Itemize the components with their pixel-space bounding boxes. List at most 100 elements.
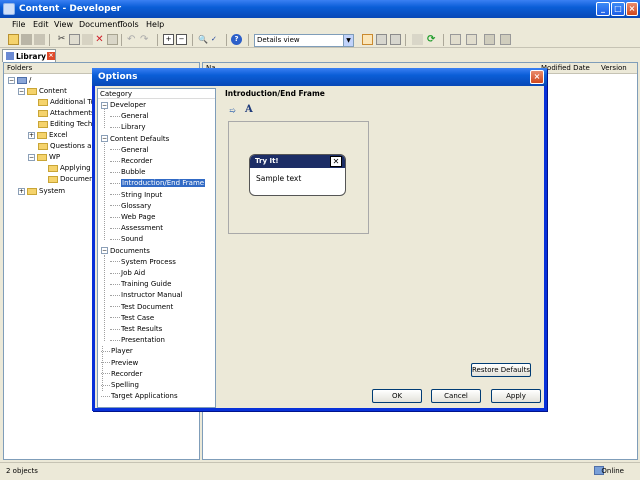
category-item[interactable]: Spelling [101, 380, 139, 391]
menu-view[interactable]: View [54, 20, 73, 29]
status-bar: 2 objects Online [0, 462, 640, 480]
close-tab-icon[interactable]: × [47, 52, 55, 60]
lock-icon[interactable] [500, 34, 511, 45]
collapse-icon[interactable]: − [8, 76, 15, 84]
category-item[interactable]: Presentation [110, 335, 165, 346]
category-item[interactable]: General [110, 111, 149, 122]
cut-icon[interactable]: ✂ [56, 34, 67, 45]
restore-defaults-button[interactable]: Restore Defaults [471, 363, 531, 377]
category-item[interactable]: String Input [110, 190, 162, 201]
tree-item-attachments[interactable]: Attachments [38, 108, 95, 118]
category-item[interactable]: − Content Defaults [101, 134, 169, 145]
details-view-icon[interactable] [362, 34, 373, 45]
pointer-arrow-icon[interactable]: ➯ [229, 106, 239, 115]
tree-item-document[interactable]: Document [48, 174, 96, 184]
bubble-text: Sample text [256, 174, 302, 183]
category-item[interactable]: Bubble [110, 167, 145, 178]
tree-item-wp[interactable]: − WP [28, 152, 60, 162]
tree-item-editing[interactable]: Editing Techni [38, 119, 99, 129]
category-item[interactable]: Assessment [110, 223, 163, 234]
category-item[interactable]: Introduction/End Frame [110, 178, 206, 189]
tree-item-root[interactable]: − / [8, 75, 31, 85]
dialog-close-button[interactable]: × [530, 70, 544, 84]
category-item[interactable]: Library [110, 122, 145, 133]
category-item[interactable]: Recorder [110, 156, 152, 167]
category-item[interactable]: Preview [101, 358, 138, 369]
category-item[interactable]: Test Results [110, 324, 162, 335]
font-icon[interactable]: A [245, 104, 253, 115]
cancel-button[interactable]: Cancel [431, 389, 481, 403]
maximize-button[interactable]: □ [611, 2, 625, 16]
category-item[interactable]: Test Case [110, 313, 154, 324]
copy-icon[interactable] [69, 34, 80, 45]
tree-item-system[interactable]: + System [18, 186, 65, 196]
help-icon[interactable]: ? [231, 34, 242, 45]
tree-connector [110, 283, 120, 285]
category-label: Player [111, 347, 133, 356]
menu-tools[interactable]: Tools [119, 20, 139, 29]
category-item[interactable]: Web Page [110, 212, 155, 223]
tree-item-label: WP [49, 153, 61, 161]
check-in-icon[interactable] [450, 34, 461, 45]
object-count: 2 objects [6, 467, 38, 475]
expand-icon[interactable]: + [28, 131, 35, 139]
tree-item-excel[interactable]: + Excel [28, 130, 68, 140]
menu-edit[interactable]: Edit [33, 20, 49, 29]
tree-item-content[interactable]: − Content [18, 86, 67, 96]
expand-icon[interactable]: + [18, 187, 25, 195]
delete-icon[interactable]: ✕ [94, 34, 105, 45]
close-button[interactable]: × [626, 2, 638, 16]
ok-button[interactable]: OK [372, 389, 422, 403]
collapse-icon[interactable]: − [176, 34, 187, 45]
category-item[interactable]: Glossary [110, 201, 151, 212]
category-item[interactable]: Target Applications [101, 391, 178, 402]
column-modified-date[interactable]: Modified Date [541, 63, 590, 74]
undo-icon[interactable]: ↶ [127, 34, 138, 45]
category-item[interactable]: System Process [110, 257, 176, 268]
collapse-icon[interactable]: − [101, 247, 108, 255]
apply-button[interactable]: Apply [491, 389, 541, 403]
publish-icon[interactable] [34, 34, 45, 45]
menu-document[interactable]: Document [79, 20, 120, 29]
redo-icon[interactable]: ↷ [140, 34, 151, 45]
check-out-icon[interactable] [466, 34, 477, 45]
collapse-icon[interactable]: − [101, 135, 108, 143]
minimize-button[interactable]: _ [596, 2, 610, 16]
spelling-icon[interactable]: ✓ [211, 34, 222, 45]
chevron-down-icon[interactable]: ▼ [343, 35, 353, 46]
menu-file[interactable]: File [12, 20, 25, 29]
category-item[interactable]: Sound [110, 234, 143, 245]
menu-help[interactable]: Help [146, 20, 164, 29]
tree-item-questions[interactable]: Questions and [38, 141, 100, 151]
tree-item-label: Excel [49, 131, 68, 139]
category-item[interactable]: Job Aid [110, 268, 145, 279]
find-icon[interactable]: 🔍 [198, 34, 209, 45]
category-item[interactable]: Player [101, 346, 133, 357]
properties-icon[interactable] [107, 34, 118, 45]
save-icon[interactable] [21, 34, 32, 45]
collapse-icon[interactable]: − [18, 87, 25, 95]
category-tree: Category − Developer General Library − Conten… [97, 88, 216, 408]
view-select[interactable]: Details view ▼ [254, 34, 354, 47]
column-version[interactable]: Version [601, 63, 627, 74]
category-item[interactable]: General [110, 145, 149, 156]
category-item[interactable]: Instructor Manual [110, 290, 183, 301]
tree-item-additional-topics[interactable]: Additional Top [38, 97, 99, 107]
category-item[interactable]: − Documents [101, 246, 150, 257]
split-view-icon[interactable] [390, 34, 401, 45]
category-item[interactable]: Recorder [101, 369, 142, 380]
category-item[interactable]: − Developer [101, 100, 146, 111]
tab-library[interactable]: Library × [2, 49, 56, 62]
layout-icon[interactable] [412, 34, 423, 45]
paste-icon[interactable] [82, 34, 93, 45]
category-item[interactable]: Test Document [110, 302, 173, 313]
history-icon[interactable] [484, 34, 495, 45]
list-view-icon[interactable] [376, 34, 387, 45]
refresh-icon[interactable]: ⟳ [427, 34, 438, 45]
open-folder-icon[interactable] [8, 34, 19, 45]
collapse-icon[interactable]: − [101, 101, 108, 109]
collapse-icon[interactable]: − [28, 153, 35, 161]
expand-icon[interactable]: + [163, 34, 174, 45]
tree-item-applying[interactable]: Applying F [48, 163, 97, 173]
category-item[interactable]: Training Guide [110, 279, 171, 290]
